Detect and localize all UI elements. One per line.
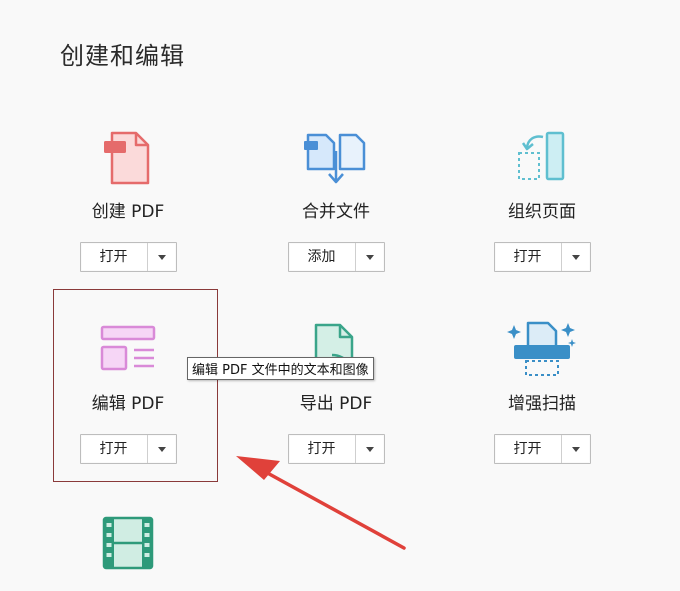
annotation-arrow-icon <box>236 456 406 550</box>
